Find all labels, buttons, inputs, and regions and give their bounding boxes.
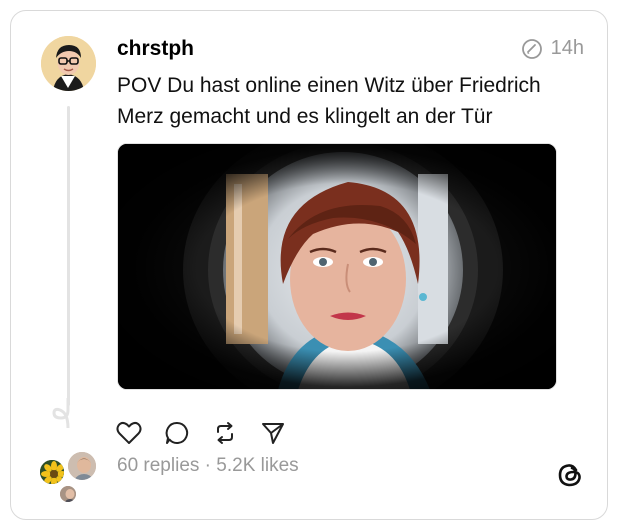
threads-logo-icon[interactable] [556, 461, 584, 489]
author-avatar[interactable] [41, 36, 96, 91]
post-text-line: Merz gemacht und es klingelt an der Tür [117, 105, 493, 128]
comment-icon [165, 421, 189, 444]
likes-count[interactable]: 5.2K likes [216, 455, 298, 476]
reply-avatar [38, 458, 66, 486]
repost-icon [217, 422, 233, 444]
like-button[interactable] [114, 418, 144, 448]
heart-icon [116, 422, 142, 444]
reply-avatar [58, 484, 78, 504]
reply-avatar [66, 450, 98, 482]
reply-avatars[interactable] [36, 450, 106, 510]
post-image[interactable] [117, 143, 557, 390]
stats-separator: · [204, 455, 211, 476]
post-timestamp-group: 14h [521, 37, 584, 60]
post-actions [114, 418, 288, 448]
reply-button[interactable] [162, 418, 192, 448]
thread-loop-icon [52, 398, 70, 428]
post-text-line: POV Du hast online einen Witz über Fried… [117, 74, 541, 97]
author-username[interactable]: chrstph [117, 37, 194, 61]
share-button[interactable] [258, 418, 288, 448]
post-timestamp: 14h [550, 37, 584, 59]
post-stats: 60 replies · 5.2K likes [117, 455, 299, 477]
replies-count[interactable]: 60 replies [117, 455, 199, 476]
post-text: POV Du hast online einen Witz über Fried… [117, 70, 577, 132]
edited-clock-icon [521, 38, 542, 59]
thread-line [67, 106, 70, 406]
send-icon [262, 423, 284, 444]
repost-button[interactable] [210, 418, 240, 448]
